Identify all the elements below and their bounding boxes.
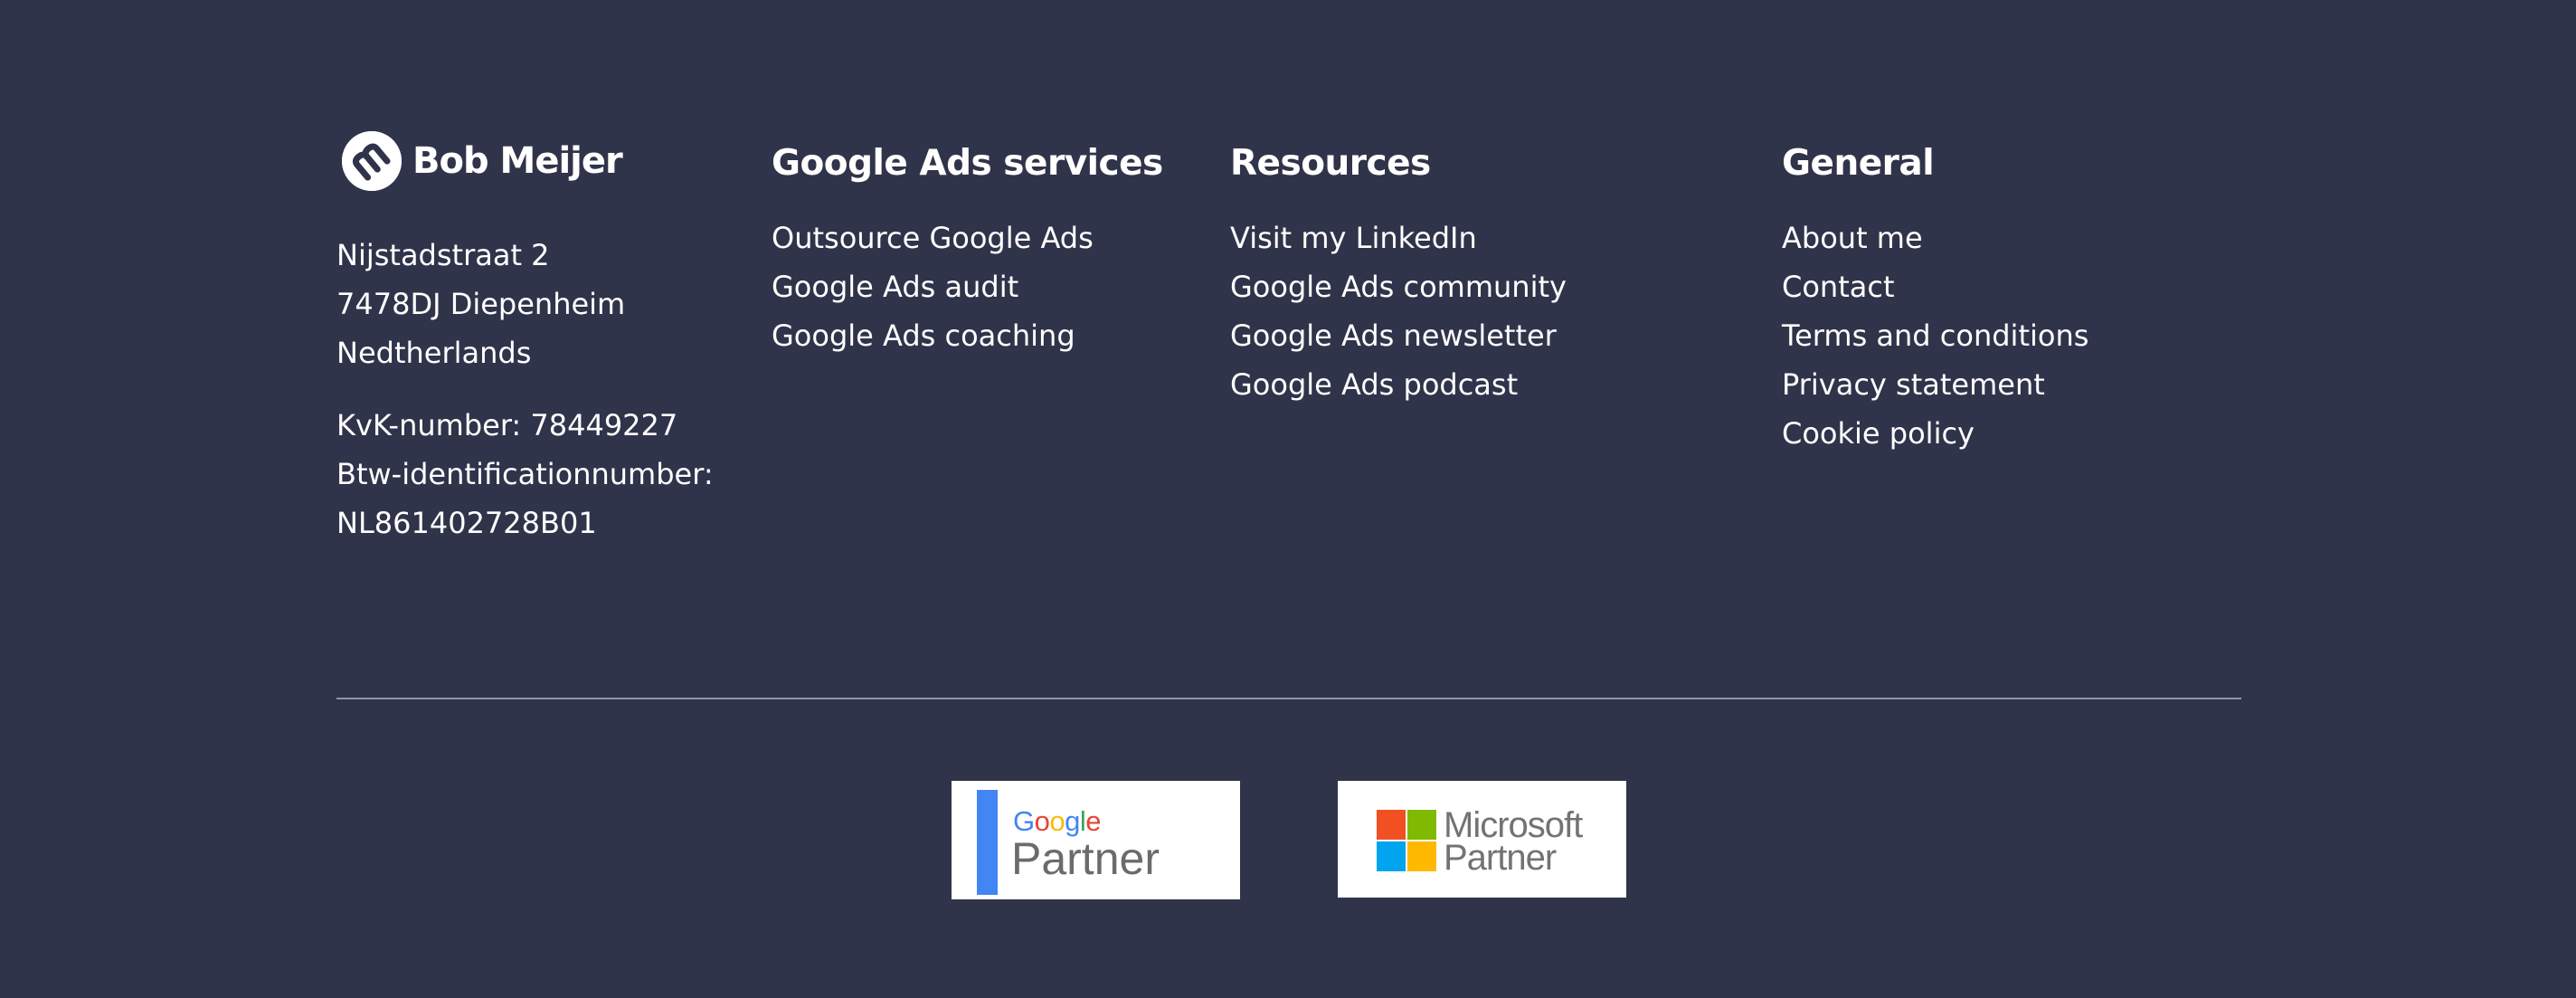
brand-name: Bob Meijer: [412, 140, 623, 182]
kvk-number: KvK-number: 78449227: [336, 408, 678, 442]
footer-divider: [336, 698, 2241, 699]
microsoft-logo-square-blue: [1377, 841, 1406, 871]
microsoft-partner-badge[interactable]: Microsoft Partner: [1338, 781, 1626, 898]
microsoft-logo-icon: [1377, 810, 1436, 871]
google-letter: G: [1013, 805, 1035, 837]
link-google-ads-community[interactable]: Google Ads community: [1230, 269, 1567, 305]
link-google-ads-coaching[interactable]: Google Ads coaching: [772, 318, 1075, 354]
google-letter: o: [1034, 805, 1050, 837]
link-google-ads-podcast[interactable]: Google Ads podcast: [1230, 366, 1518, 403]
link-outsource-google-ads[interactable]: Outsource Google Ads: [772, 220, 1094, 256]
google-letter: g: [1065, 805, 1080, 837]
google-letter: e: [1085, 805, 1102, 837]
microsoft-logo-square-yellow: [1407, 841, 1436, 871]
column-heading-google-ads-services: Google Ads services: [772, 143, 1163, 184]
link-google-ads-audit[interactable]: Google Ads audit: [772, 269, 1018, 305]
bob-meijer-logo-icon: [342, 131, 402, 191]
link-google-ads-newsletter[interactable]: Google Ads newsletter: [1230, 318, 1557, 354]
google-letter: o: [1049, 805, 1065, 837]
link-visit-linkedin[interactable]: Visit my LinkedIn: [1230, 220, 1477, 256]
link-privacy-statement[interactable]: Privacy statement: [1782, 366, 2045, 403]
link-contact[interactable]: Contact: [1782, 269, 1895, 305]
google-partner-badge[interactable]: Google Partner: [952, 781, 1240, 899]
microsoft-logo-square-green: [1407, 810, 1436, 840]
link-cookie-policy[interactable]: Cookie policy: [1782, 415, 1975, 451]
btw-label: Btw-identificationnumber:: [336, 457, 714, 491]
column-heading-general: General: [1782, 143, 1935, 184]
address-street: Nijstadstraat 2: [336, 238, 550, 272]
microsoft-partner-label: Partner: [1444, 838, 1557, 878]
microsoft-logo-square-red: [1377, 810, 1406, 840]
address-country: Nedtherlands: [336, 336, 532, 370]
google-wordmark-logo: Google: [1013, 805, 1102, 837]
btw-number: NL861402728B01: [336, 506, 597, 540]
site-footer: Bob Meijer Nijstadstraat 2 7478DJ Diepen…: [0, 0, 2576, 998]
link-terms-and-conditions[interactable]: Terms and conditions: [1782, 318, 2088, 354]
address-postal-city: 7478DJ Diepenheim: [336, 287, 626, 321]
link-about-me[interactable]: About me: [1782, 220, 1923, 256]
brand-logo-link[interactable]: Bob Meijer: [342, 131, 623, 191]
google-partner-bar: [977, 790, 998, 895]
column-heading-resources: Resources: [1230, 143, 1431, 184]
google-partner-label: Partner: [1011, 833, 1160, 884]
